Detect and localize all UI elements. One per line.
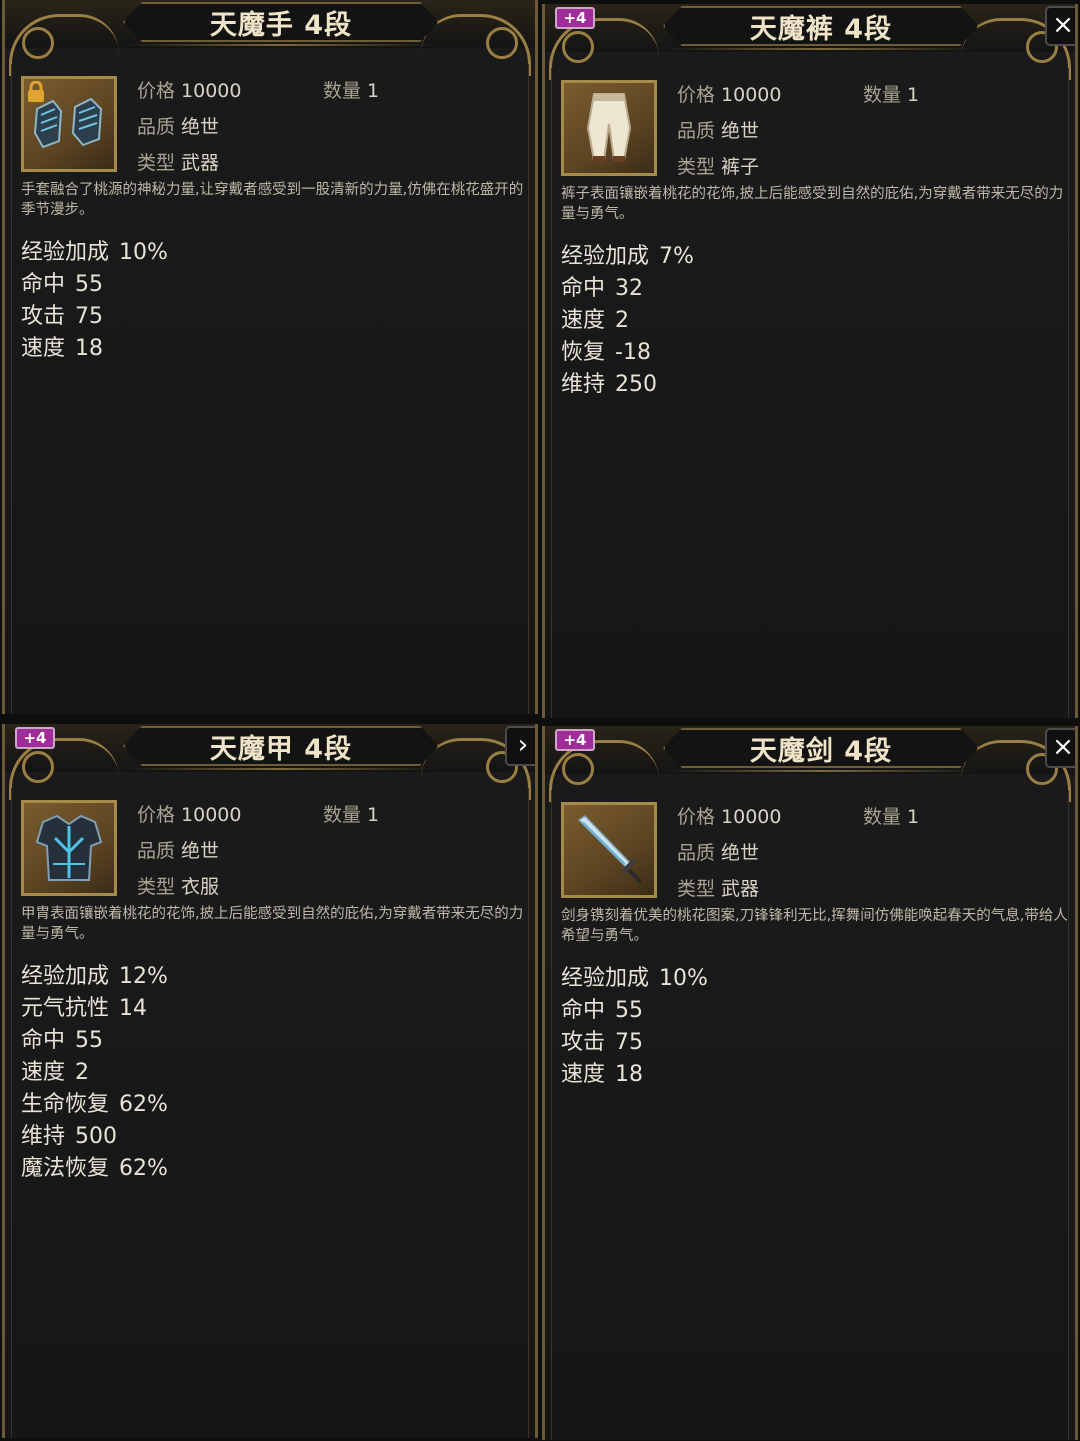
item-description: 裤子表面镶嵌着桃花的花饰,披上后能感受到自然的庇佑,为穿戴者带来无尽的力量与勇气… (561, 186, 1064, 222)
close-button[interactable]: › (505, 726, 535, 766)
item-panel-pants: +4 天魔裤 4段 × 价格 10000 数量 1 品质 绝世 类型 裤子 裤子表面镶嵌… (542, 4, 1078, 718)
stat-row: 速度 2 (561, 308, 630, 333)
close-button[interactable]: × (1045, 6, 1075, 46)
sword-icon (577, 815, 643, 884)
price-value: 10000 (181, 80, 242, 102)
price-row: 价格 10000 (677, 806, 782, 828)
item-title: 天魔甲 4段 (209, 733, 353, 765)
quality-row: 品质 绝世 (137, 116, 220, 138)
stat-row: 生命恢复 62% (21, 1092, 168, 1117)
quality-value: 绝世 (181, 116, 220, 138)
quality-value: 绝世 (721, 120, 760, 142)
price-row: 价格 10000 (137, 804, 242, 826)
stat-row: 速度 18 (561, 1062, 644, 1087)
quantity-row: 数量 1 (863, 806, 920, 828)
stat-list: 经验加成 7% 命中 32 速度 2 恢复 -18 维持 250 (561, 238, 694, 398)
stat-row: 经验加成 10% (21, 240, 168, 265)
item-description: 剑身镌刻着优美的桃花图案,刀锋锋利无比,挥舞间仿佛能唤起春天的气息,带给人希望与… (561, 908, 1068, 944)
item-title-plate: 天魔裤 4段 (663, 6, 979, 46)
stat-row: 速度 18 (21, 336, 104, 361)
item-panel-armor: +4 天魔甲 4段 › 价格 10000 数量 1 品质 绝世 类型 衣服 甲胄表面镶嵌… (2, 724, 538, 1438)
stat-row: 恢复 -18 (561, 340, 651, 365)
type-row: 类型 武器 (137, 152, 220, 174)
price-row: 价格 10000 (677, 84, 782, 106)
quantity-value: 1 (907, 84, 920, 106)
item-title-plate: 天魔手 4段 (123, 2, 439, 42)
type-row: 类型 裤子 (677, 156, 760, 178)
stat-row: 经验加成 10% (561, 966, 708, 991)
quality-value: 绝世 (721, 842, 760, 864)
stat-list: 经验加成 10% 命中 55 攻击 75 速度 18 (21, 234, 168, 362)
type-row: 类型 武器 (677, 878, 760, 900)
quantity-value: 1 (367, 80, 380, 102)
stat-row: 命中 55 (21, 272, 104, 297)
quality-value: 绝世 (181, 840, 220, 862)
stat-row: 命中 32 (561, 276, 644, 301)
item-description: 手套融合了桃源的神秘力量,让穿戴者感受到一股清新的力量,仿佛在桃花盛开的季节漫步… (21, 182, 524, 218)
close-button[interactable]: × (1045, 728, 1075, 768)
quality-row: 品质 绝世 (677, 120, 760, 142)
stat-row: 维持 250 (561, 372, 658, 397)
price-value: 10000 (181, 804, 242, 826)
type-value: 衣服 (181, 876, 220, 898)
lock-icon (28, 81, 44, 102)
item-title-plate: 天魔甲 4段 (123, 726, 439, 766)
enhance-badge: +4 (555, 729, 595, 751)
title-divider (665, 770, 977, 772)
stat-row: 经验加成 12% (21, 964, 168, 989)
stat-row: 经验加成 7% (561, 244, 694, 269)
type-value: 武器 (181, 152, 220, 174)
stat-list: 经验加成 10% 命中 55 攻击 75 速度 18 (561, 960, 708, 1088)
type-value: 武器 (721, 878, 760, 900)
quantity-value: 1 (367, 804, 380, 826)
quality-row: 品质 绝世 (677, 842, 760, 864)
stat-row: 命中 55 (561, 998, 644, 1023)
stat-row: 元气抗性 14 (21, 996, 148, 1021)
quantity-row: 数量 1 (323, 804, 380, 826)
stat-row: 魔法恢复 62% (21, 1156, 168, 1181)
item-icon-slot[interactable] (561, 802, 657, 898)
item-description: 甲胄表面镶嵌着桃花的花饰,披上后能感受到自然的庇佑,为穿戴者带来无尽的力量与勇气… (21, 906, 524, 942)
type-row: 类型 衣服 (137, 876, 220, 898)
quality-row: 品质 绝世 (137, 840, 220, 862)
item-icon-slot[interactable] (21, 76, 117, 172)
enhance-badge: +4 (15, 727, 55, 749)
stat-row: 维持 500 (21, 1124, 118, 1149)
armor-icon (35, 814, 103, 881)
price-value: 10000 (721, 84, 782, 106)
stat-row: 攻击 75 (21, 304, 104, 329)
item-title-plate: 天魔剑 4段 (663, 728, 979, 768)
title-divider (125, 44, 437, 46)
item-panel-gauntlets: 天魔手 4段 价格 10000 数量 1 品质 绝世 类型 武器 手套融合了桃源的神秘力… (2, 0, 538, 714)
price-row: 价格 10000 (137, 80, 242, 102)
stat-list: 经验加成 12% 元气抗性 14 命中 55 速度 2 生命恢复 62% 维持 500 魔法… (21, 958, 168, 1182)
item-icon-slot[interactable] (561, 80, 657, 176)
item-icon-slot[interactable] (21, 800, 117, 896)
stat-row: 攻击 75 (561, 1030, 644, 1055)
item-title: 天魔裤 4段 (749, 13, 893, 45)
enhance-badge: +4 (555, 7, 595, 29)
item-title: 天魔剑 4段 (749, 735, 893, 767)
stat-row: 速度 2 (21, 1060, 90, 1085)
item-title: 天魔手 4段 (209, 9, 353, 41)
title-divider (665, 48, 977, 50)
title-divider (125, 768, 437, 770)
stat-row: 命中 55 (21, 1028, 104, 1053)
type-value: 裤子 (721, 156, 760, 178)
quantity-row: 数量 1 (863, 84, 920, 106)
quantity-row: 数量 1 (323, 80, 380, 102)
quantity-value: 1 (907, 806, 920, 828)
pants-icon (586, 93, 632, 162)
item-panel-sword: +4 天魔剑 4段 × 价格 10000 数量 1 品质 绝世 类型 武器 剑身镌刻着优… (542, 726, 1078, 1440)
price-value: 10000 (721, 806, 782, 828)
